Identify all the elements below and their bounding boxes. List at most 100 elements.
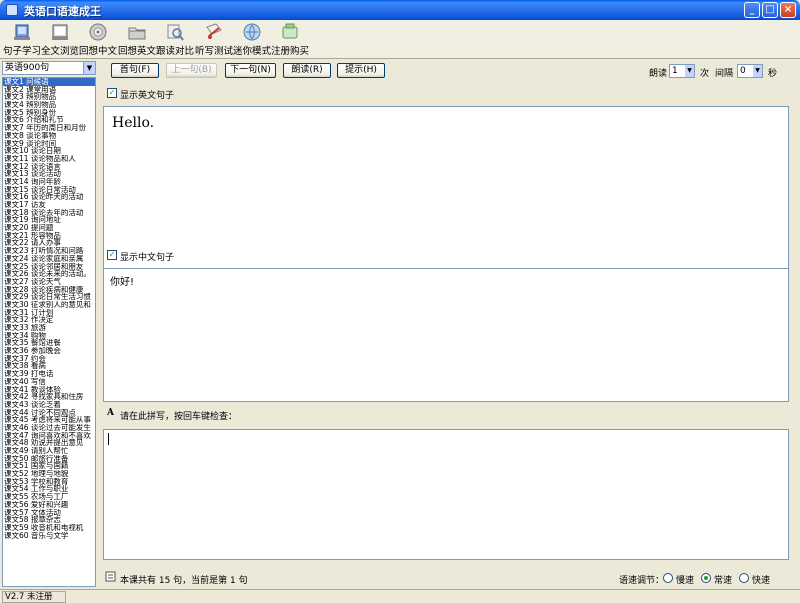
lesson-item[interactable]: 课文13 谈论活动 [3,170,95,178]
prev-sentence-button[interactable]: 上一句(B) [166,63,217,78]
chevron-down-icon[interactable]: ▼ [753,65,762,77]
lesson-item[interactable]: 课文16 谈论昨天的活动 [3,193,95,201]
chevron-down-icon[interactable]: ▼ [83,62,95,74]
lesson-item[interactable]: 课文54 工作与职业 [3,485,95,493]
lesson-item[interactable]: 课文47 询问喜欢和不喜欢 [3,432,95,440]
lesson-item[interactable]: 课文36 参加晚会 [3,347,95,355]
maximize-button[interactable]: □ [762,2,778,18]
lesson-item[interactable]: 课文52 地理与地貌 [3,470,95,478]
lesson-item[interactable]: 课文22 请人办事 [3,239,95,247]
show-english-label: 显示英文句子 [120,91,175,101]
lesson-item[interactable]: 课文18 谈论去年的活动 [3,209,95,217]
lesson-item[interactable]: 课文60 音乐与文学 [3,532,95,540]
lesson-item[interactable]: 课文38 看病 [3,362,95,370]
lesson-item[interactable]: 课文58 报章杂志 [3,516,95,524]
lesson-item[interactable]: 课文24 谈论家庭和亲属 [3,255,95,263]
show-chinese-checkbox[interactable]: ✓ [107,250,117,260]
lesson-item[interactable]: 课文50 邮旅行准备 [3,455,95,463]
lesson-item[interactable]: 课文57 文体活动 [3,509,95,517]
lesson-item[interactable]: 课文7 年历的周日和月份 [3,124,95,132]
toolbar: 句子学习 全文浏览 回想中文 回想英文 跟读对比 听写测试 迷你模式 注册购买 [0,20,800,59]
interval-select[interactable]: 0 ▼ [737,64,763,78]
lesson-item[interactable]: 课文41 教谈体验 [3,386,95,394]
interval-value: 0 [740,66,746,76]
book-select[interactable]: 英语900句 ▼ [2,61,96,75]
next-sentence-button[interactable]: 下一句(N) [225,63,276,78]
lesson-item[interactable]: 课文2 课堂用语 [3,86,95,94]
lesson-item[interactable]: 课文33 旅游 [3,324,95,332]
lesson-item[interactable]: 课文6 介绍和礼节 [3,116,95,124]
recall-chinese-icon [89,23,107,41]
lesson-item[interactable]: 课文56 爱好和兴趣 [3,501,95,509]
lesson-item[interactable]: 课文34 购物 [3,332,95,340]
lesson-item[interactable]: 课文15 谈论日常活动 [3,186,95,194]
lesson-item[interactable]: 课文31 订计划 [3,309,95,317]
lesson-item[interactable]: 课文46 谈论过去可能发生 [3,424,95,432]
mini-mode-icon [243,23,261,41]
lesson-item[interactable]: 课文53 学校和教育 [3,478,95,486]
lesson-item[interactable]: 课文17 访友 [3,201,95,209]
read-aloud-button[interactable]: 朗读(R) [283,63,331,78]
lesson-item[interactable]: 课文26 谈论未来的活动。 [3,270,95,278]
show-chinese-label: 显示中文句子 [120,253,175,263]
sentence-count: 本课共有 15 句，当前是第 1 句 [120,576,248,586]
lesson-item[interactable]: 课文21 形容物品 [3,232,95,240]
speed-label: 语速调节： [619,576,665,586]
hint-button[interactable]: 提示(H) [337,63,385,78]
lesson-item[interactable]: 课文59 收音机和电视机 [3,524,95,532]
lesson-item[interactable]: 课文3 辨别物品 [3,93,95,101]
spelling-icon: A [107,408,114,418]
show-english-checkbox[interactable]: ✓ [107,88,117,98]
lesson-item[interactable]: 课文11 谈论物品和人 [3,155,95,163]
speed-fast-radio[interactable] [739,573,749,583]
lesson-item[interactable]: 课文42 寻找家具和住房 [3,393,95,401]
lesson-item[interactable]: 课文23 打听情况和问路 [3,247,95,255]
book-select-value: 英语900句 [5,63,50,73]
lesson-item[interactable]: 课文51 国家与国籍 [3,462,95,470]
lesson-item[interactable]: 课文37 约会 [3,355,95,363]
lesson-item[interactable]: 课文12 谈论语言 [3,163,95,171]
read-times-select[interactable]: 1 ▼ [669,64,695,78]
close-button[interactable]: × [780,2,796,18]
lesson-list[interactable]: 课文1 问候语 课文2 课堂用语 课文3 辨别物品 课文4 辨别物品 课文5 辨别身份课… [2,77,96,587]
first-sentence-button[interactable]: 首句(F) [111,63,159,78]
lesson-item[interactable]: 课文30 征求别人的意见和 [3,301,95,309]
lesson-item[interactable]: 课文25 谈论邻居和朋友 [3,263,95,271]
lesson-item[interactable]: 课文19 询问地址 [3,216,95,224]
speed-slow-radio[interactable] [663,573,673,583]
lesson-item[interactable]: 课文20 提问题 [3,224,95,232]
text-caret [108,433,109,445]
lesson-item[interactable]: 课文4 辨别物品 [3,101,95,109]
lesson-item[interactable]: 课文44 讨论不同观点 [3,409,95,417]
lesson-item[interactable]: 课文32 作决定 [3,316,95,324]
lesson-item[interactable]: 课文49 请别人帮忙 [3,447,95,455]
lesson-item[interactable]: 课文8 谈论事物 [3,132,95,140]
lesson-item[interactable]: 课文39 打电话 [3,370,95,378]
lesson-item[interactable]: 课文27 谈论天气 [3,278,95,286]
recall-english-icon [128,27,146,40]
lesson-item[interactable]: 课文28 谈论疾病和健康 [3,286,95,294]
minimize-button[interactable]: _ [744,2,760,18]
lesson-item[interactable]: 课文1 问候语 [3,78,95,86]
lesson-item[interactable]: 课文48 劝说并提出意见 [3,439,95,447]
lesson-item[interactable]: 课文55 农场与工厂 [3,493,95,501]
lesson-item[interactable]: 课文14 询问年龄 [3,178,95,186]
lesson-item[interactable]: 课文9 谈论时间 [3,140,95,148]
lesson-item[interactable]: 课文29 谈论日常生活习惯 [3,293,95,301]
lesson-item[interactable]: 课文40 写信 [3,378,95,386]
toolbar-register-buy-button[interactable]: 注册购买 [270,22,310,58]
lesson-item[interactable]: 课文35 餐馆进餐 [3,339,95,347]
bottom-bar: 本课共有 15 句，当前是第 1 句 语速调节： 慢速 常速 快速 [103,569,797,587]
lesson-item[interactable]: 课文45 考虑将来可能从事 [3,416,95,424]
speed-normal-radio[interactable] [701,573,711,583]
main-panel: 首句(F) 上一句(B) 下一句(N) 朗读(R) 提示(H) 朗读 1 ▼ 次 … [103,61,797,587]
lesson-item[interactable]: 课文10 谈论日期 [3,147,95,155]
sentence-study-icon [14,24,30,40]
spelling-input[interactable] [103,429,789,560]
chevron-down-icon[interactable]: ▼ [685,65,694,77]
lesson-item[interactable]: 课文43 谈论乏着 [3,401,95,409]
read-times-label: 朗读 [649,69,668,79]
chinese-sentence: 你好! [110,277,135,288]
lesson-item[interactable]: 课文5 辨别身份 [3,109,95,117]
dictation-test-icon [206,23,222,39]
